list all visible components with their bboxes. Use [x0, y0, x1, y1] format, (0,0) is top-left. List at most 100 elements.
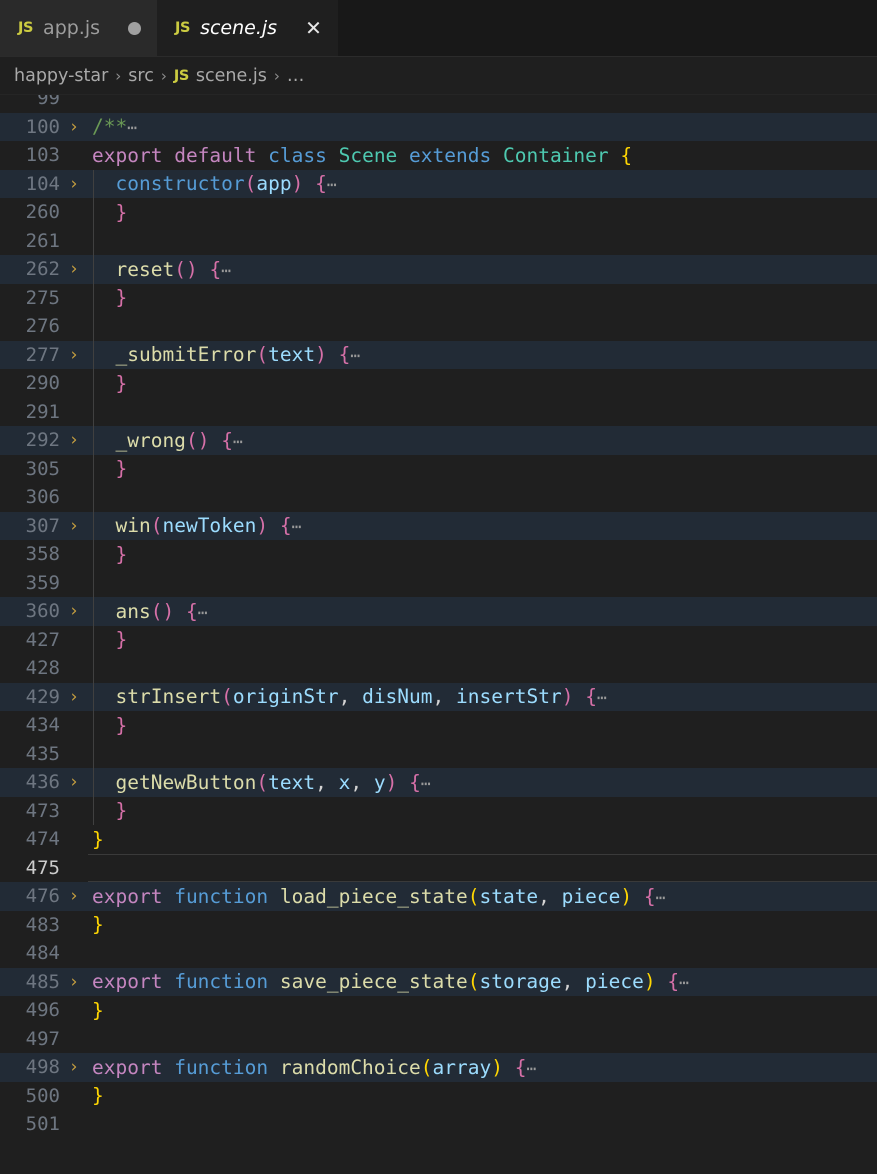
token-comma: , [338, 685, 351, 709]
code-line[interactable]: 262 › reset() {⋯ [0, 255, 877, 284]
fold-chevron-icon[interactable]: › [60, 886, 88, 906]
token-punct-y: ( [467, 970, 480, 994]
code-line[interactable]: 427 } [0, 626, 877, 655]
breadcrumb-item-symbol[interactable]: … [287, 66, 306, 86]
code-line[interactable]: 306 [0, 483, 877, 512]
code-line[interactable]: 436 › getNewButton(text, x, y) {⋯ [0, 768, 877, 797]
code-line[interactable]: 483} [0, 911, 877, 940]
code-editor[interactable]: 99 100 ›/**⋯ 103 export default class Scene … [0, 95, 877, 1174]
line-number: 498 [25, 1056, 60, 1079]
code-line[interactable]: 473 } [0, 797, 877, 826]
code-line[interactable]: 435 [0, 740, 877, 769]
code-line[interactable]: 474} [0, 825, 877, 854]
tab-app-js[interactable]: JS app.js [0, 0, 158, 56]
fold-chevron-icon[interactable]: › [60, 516, 88, 536]
token-var: state [479, 884, 539, 908]
code-line[interactable]: 501 [0, 1110, 877, 1139]
code-text: } [88, 913, 877, 936]
token-ctrl: extends [409, 143, 492, 167]
code-line[interactable]: 291 [0, 398, 877, 427]
code-line[interactable]: 277 › _submitError(text) {⋯ [0, 340, 877, 369]
token-var: text [268, 770, 316, 794]
fold-chevron-icon[interactable]: › [60, 345, 88, 365]
code-line[interactable]: 500} [0, 1082, 877, 1111]
token-comma: , [350, 770, 363, 794]
fold-chevron-icon[interactable]: › [60, 117, 88, 137]
breadcrumb-item-file[interactable]: scene.js [196, 66, 267, 86]
tab-scene-js[interactable]: JS scene.js ✕ [157, 0, 338, 56]
close-icon[interactable]: ✕ [305, 18, 322, 38]
fold-chevron-icon[interactable]: › [60, 1057, 88, 1077]
token-punct-y: ) [491, 1055, 503, 1079]
code-line[interactable]: 485 › export function save_piece_state(sto… [0, 967, 877, 996]
fold-chevron-icon[interactable]: › [60, 601, 88, 621]
unsaved-indicator-dot[interactable] [128, 21, 142, 35]
code-line[interactable]: 290 } [0, 369, 877, 398]
js-file-icon: JS [173, 67, 189, 84]
token-punct-m: } [115, 200, 128, 224]
code-line[interactable]: 359 [0, 569, 877, 598]
code-line[interactable]: 484 [0, 939, 877, 968]
breadcrumb-item-folder[interactable]: src [128, 66, 154, 86]
fold-chevron-icon[interactable]: › [60, 174, 88, 194]
code-line[interactable]: 260 } [0, 198, 877, 227]
code-line[interactable]: 305 } [0, 455, 877, 484]
token-punct-m: ( [150, 514, 163, 538]
fold-chevron-icon[interactable]: › [60, 430, 88, 450]
indent-guide [93, 169, 94, 825]
token-comma: , [538, 884, 550, 908]
fold-chevron-icon[interactable]: › [60, 772, 88, 792]
chevron-right-icon: › [115, 66, 122, 85]
code-line[interactable]: 497 [0, 1025, 877, 1054]
token-comma: , [432, 685, 445, 709]
code-line[interactable]: 496} [0, 996, 877, 1025]
token-punct-m: ) [385, 770, 398, 794]
code-line[interactable]: 360 › ans() {⋯ [0, 597, 877, 626]
fold-chevron-icon[interactable]: › [60, 259, 88, 279]
code-line[interactable]: 428 [0, 654, 877, 683]
chevron-right-icon: › [273, 66, 280, 85]
token-punct-m: { [185, 599, 198, 623]
code-line[interactable]: 358 } [0, 540, 877, 569]
code-text: } [88, 201, 877, 224]
token-var: app [256, 172, 292, 196]
fold-chevron-icon[interactable]: › [60, 687, 88, 707]
code-line[interactable]: 429 › strInsert(originStr, disNum, insert… [0, 682, 877, 711]
code-line[interactable]: 276 [0, 312, 877, 341]
line-number: 260 [25, 201, 60, 224]
code-line[interactable]: 104 › constructor(app) {⋯ [0, 169, 877, 198]
code-line[interactable]: 434 } [0, 711, 877, 740]
token-dots: ⋯ [655, 887, 667, 907]
code-text: } [88, 714, 877, 737]
code-line[interactable]: 475 [0, 853, 877, 883]
line-number: 436 [25, 771, 60, 794]
code-line[interactable]: 103 export default class Scene extends Co… [0, 141, 877, 170]
code-line[interactable]: 275 } [0, 284, 877, 313]
token-punct-m: ( [185, 428, 198, 452]
token-punct-m: } [115, 371, 128, 395]
breadcrumb-item-project[interactable]: happy-star [14, 66, 108, 86]
code-line[interactable]: 307 › win(newToken) {⋯ [0, 511, 877, 540]
code-line[interactable]: 498 › export function randomChoice(array) … [0, 1053, 877, 1082]
token-fn: _wrong [115, 428, 186, 452]
token-punct-m: { [514, 1055, 527, 1079]
code-line[interactable]: 476 › export function load_piece_state(sta… [0, 882, 877, 911]
line-number: 427 [25, 628, 60, 651]
code-line[interactable]: 99 [0, 95, 877, 113]
line-number: 262 [25, 258, 60, 281]
code-line[interactable]: 261 [0, 227, 877, 256]
code-line[interactable]: 100 ›/**⋯ [0, 112, 877, 141]
code-line[interactable]: 292 › _wrong() {⋯ [0, 426, 877, 455]
token-punct-m: ( [256, 770, 269, 794]
line-number: 496 [25, 999, 60, 1022]
fold-chevron-icon[interactable]: › [60, 972, 88, 992]
